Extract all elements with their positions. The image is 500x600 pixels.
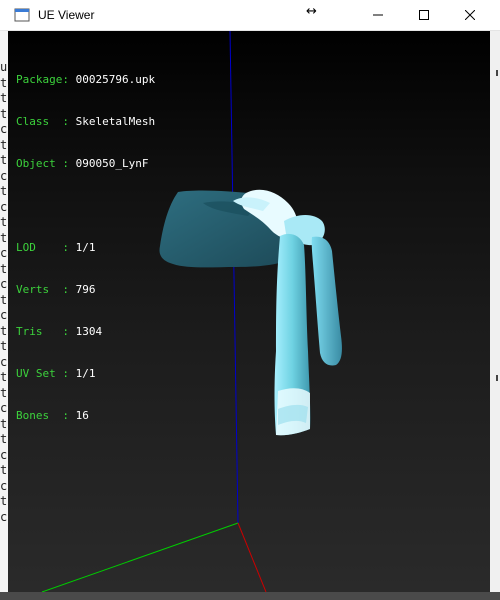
info-row-uvset: UV Set : 1/1 — [16, 367, 96, 380]
close-button[interactable] — [447, 0, 493, 30]
mesh-ribbon-back — [311, 236, 342, 366]
info-row-verts: Verts : 796 — [16, 283, 96, 296]
info-row-class: Class : SkeletalMesh — [16, 115, 156, 128]
info-row-tris: Tris : 1304 — [16, 325, 103, 338]
axis-z — [229, 31, 239, 524]
mesh-info-panel: Package: 00025796.upk Class : SkeletalMe… — [16, 45, 155, 451]
info-row-object: Object : 090050_LynF — [16, 157, 149, 170]
axis-y — [237, 522, 267, 592]
axis-x — [41, 522, 239, 592]
window-title: UE Viewer — [38, 8, 95, 22]
info-row-package: Package: 00025796.upk — [16, 73, 156, 86]
minimize-button[interactable] — [355, 0, 401, 30]
minimize-icon — [373, 14, 383, 16]
3d-viewport[interactable]: Package: 00025796.upk Class : SkeletalMe… — [8, 31, 490, 592]
close-icon — [465, 10, 475, 20]
maximize-button[interactable] — [401, 0, 447, 30]
window-bottom-border — [0, 592, 500, 600]
info-row-bones: Bones : 16 — [16, 409, 89, 422]
maximize-icon — [419, 10, 429, 20]
app-icon — [14, 8, 30, 22]
resize-cursor-icon: ↔ — [306, 4, 317, 19]
ue-viewer-window: UE Viewer ↔ Package: 00025796.upk Class … — [0, 0, 500, 600]
info-row-lod: LOD : 1/1 — [16, 241, 96, 254]
title-bar[interactable]: UE Viewer ↔ — [0, 0, 500, 31]
